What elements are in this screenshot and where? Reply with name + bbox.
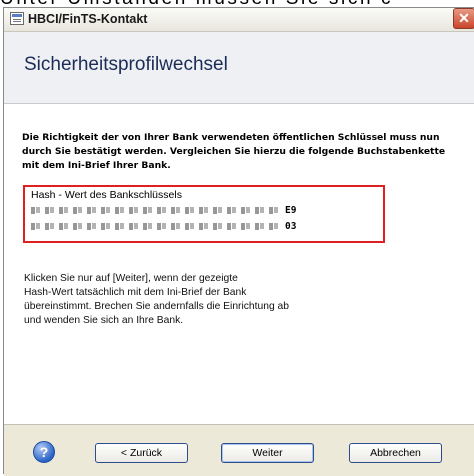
close-button[interactable]: ✕ xyxy=(453,8,474,29)
instructions-line: Hash-Wert tatsächlich mit dem Ini-Brief … xyxy=(24,287,247,298)
dialog-window: HBCI/FinTS-Kontakt ✕ Sicherheitsprofilwe… xyxy=(3,7,474,476)
window-title: HBCI/FinTS-Kontakt xyxy=(28,12,148,26)
window-app-icon xyxy=(10,12,24,25)
hash-line-2-end: 03 xyxy=(285,220,297,232)
wizard-content: Die Richtigkeit der von Ihrer Bank verwe… xyxy=(4,104,474,424)
hash-line-1: E9 xyxy=(31,204,297,216)
hash-line-2: 03 xyxy=(31,220,297,232)
instructions-text: Klicken Sie nur auf [Weiter], wenn der g… xyxy=(24,272,354,328)
intro-text: Die Richtigkeit der von Ihrer Bank verwe… xyxy=(22,132,446,171)
wizard-header: Sicherheitsprofilwechsel xyxy=(4,32,474,104)
next-button[interactable]: Weiter xyxy=(221,443,314,463)
help-icon[interactable]: ? xyxy=(33,441,55,463)
cancel-button[interactable]: Abbrechen xyxy=(349,443,442,463)
instructions-line: Klicken Sie nur auf [Weiter], wenn der g… xyxy=(24,273,238,284)
hash-label: Hash - Wert des Bankschlüssels xyxy=(31,189,182,201)
instructions-line: und wenden Sie sich an Ihre Bank. xyxy=(24,315,184,326)
page-title: Sicherheitsprofilwechsel xyxy=(24,54,228,75)
instructions-line: übereinstimmt. Brechen Sie andernfalls d… xyxy=(24,301,290,312)
hash-line-1-end: E9 xyxy=(285,204,297,216)
hash-box: Hash - Wert des Bankschlüssels E9 03 xyxy=(23,185,385,243)
title-bar[interactable]: HBCI/FinTS-Kontakt ✕ xyxy=(4,8,474,32)
wizard-footer: ? < Zurück Weiter Abbrechen xyxy=(4,424,474,476)
back-button[interactable]: < Zurück xyxy=(95,443,188,463)
